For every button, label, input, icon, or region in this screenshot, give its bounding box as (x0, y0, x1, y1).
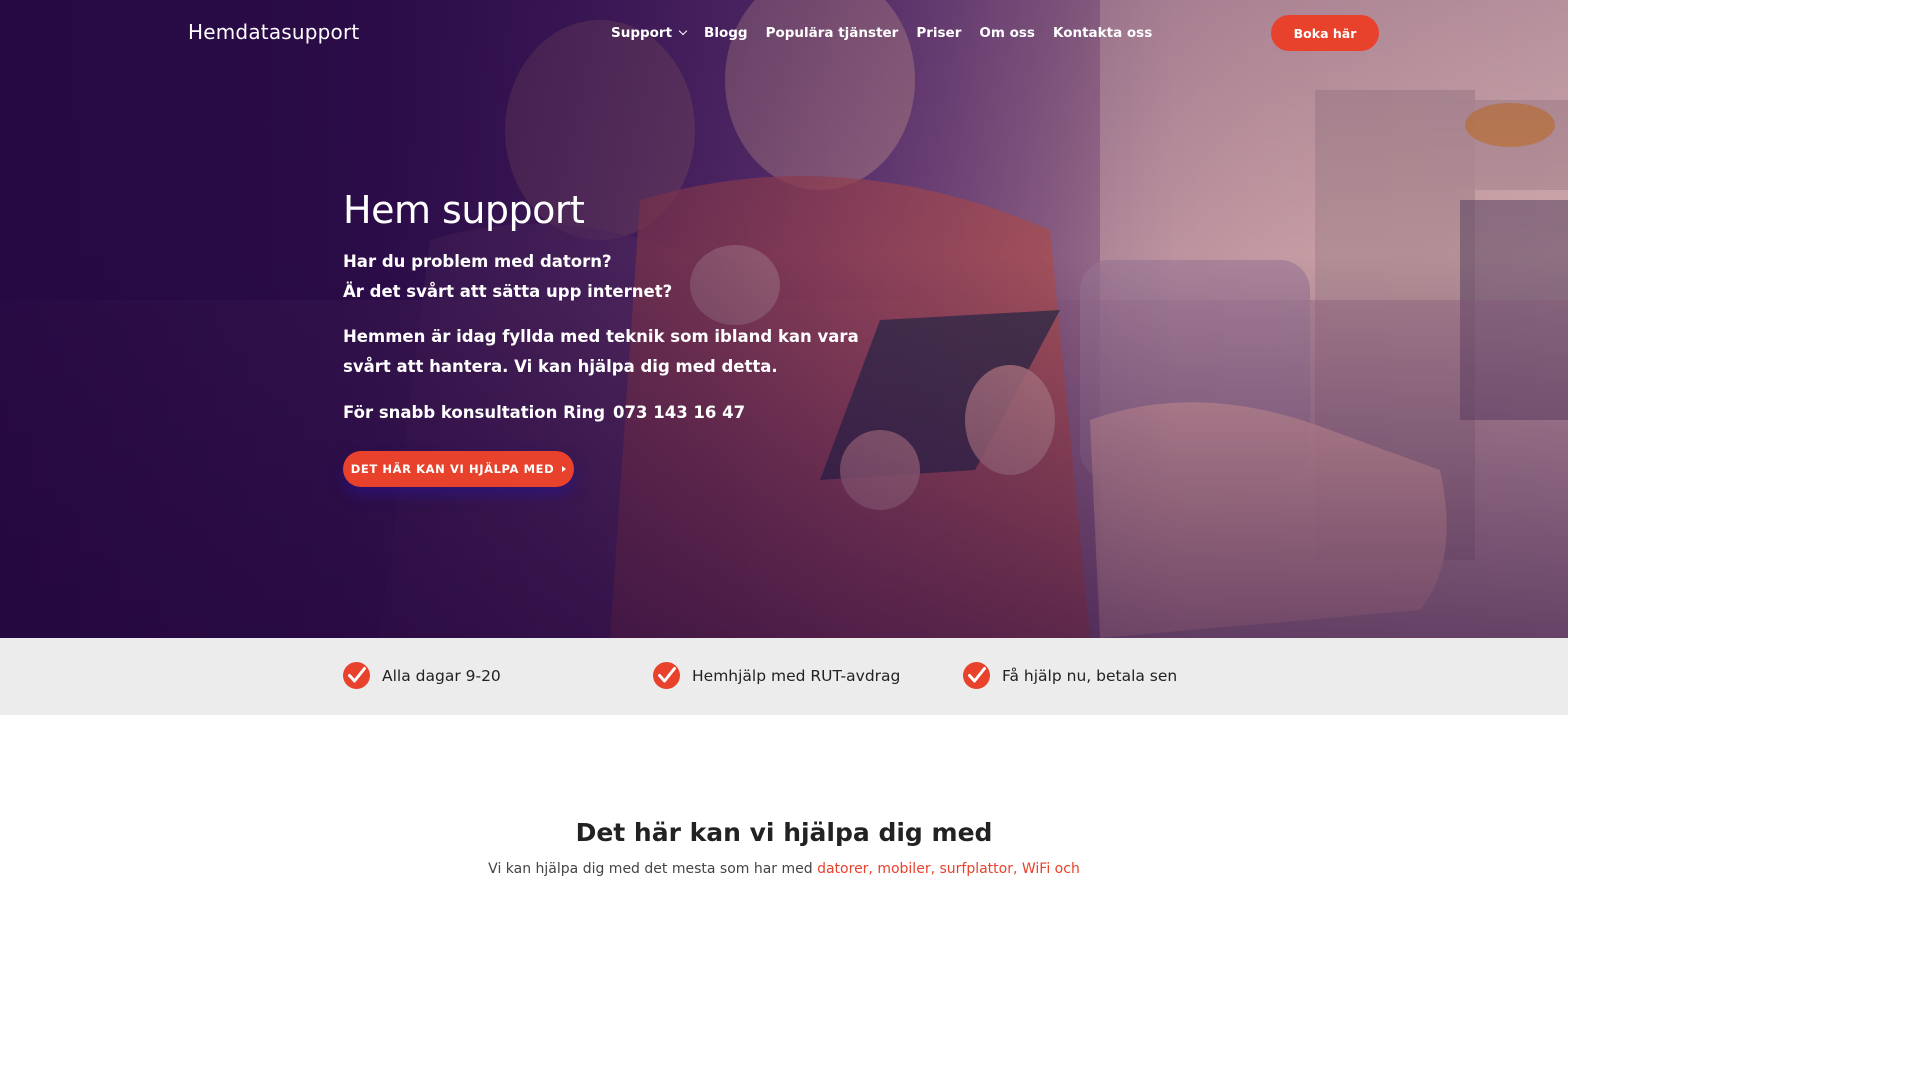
main-nav: Support Blogg Populära tjänster Priser O… (611, 25, 1170, 41)
section-subtitle: Vi kan hjälpa dig med det mesta som har … (0, 861, 1568, 877)
nav-item-kontakta-oss[interactable]: Kontakta oss (1053, 25, 1152, 41)
book-button[interactable]: Boka här (1271, 15, 1379, 51)
feature-item: Hemhjälp med RUT-avdrag (653, 662, 900, 689)
subtitle-highlight-link[interactable]: datorer, mobiler, surfplattor, WiFi och (817, 861, 1080, 877)
cta-button-label: DET HÄR KAN VI HJÄLPA MED (350, 462, 555, 476)
feature-bar: Alla dagar 9-20 Hemhjälp med RUT-avdrag … (0, 638, 1568, 715)
nav-item-label: Om oss (979, 25, 1035, 41)
nav-item-populara-tjanster[interactable]: Populära tjänster (766, 25, 899, 41)
section-title: Det här kan vi hjälpa dig med (575, 818, 993, 847)
hero-paragraph-line-1: Hemmen är idag fyllda med teknik som ibl… (343, 327, 859, 346)
feature-label: Få hjälp nu, betala sen (1002, 666, 1178, 685)
call-label: För snabb konsultation Ring (343, 403, 606, 422)
feature-item: Alla dagar 9-20 (343, 662, 501, 689)
nav-item-support[interactable]: Support (611, 25, 688, 41)
check-circle-icon (963, 662, 990, 689)
site-logo[interactable]: Hemdatasupport (188, 20, 359, 44)
phone-number[interactable]: 073 143 16 47 (613, 403, 745, 422)
subtitle-text: Vi kan hjälpa dig med det mesta som har … (488, 861, 813, 877)
cta-button[interactable]: DET HÄR KAN VI HJÄLPA MED (343, 451, 574, 487)
nav-item-label: Support (611, 25, 673, 41)
nav-item-blogg[interactable]: Blogg (704, 25, 748, 41)
nav-item-label: Blogg (704, 25, 748, 41)
feature-label: Alla dagar 9-20 (382, 666, 501, 685)
nav-item-priser[interactable]: Priser (916, 25, 961, 41)
hero-call-text: För snabb konsultation Ring 073 143 16 47 (343, 403, 745, 422)
check-circle-icon (343, 662, 370, 689)
nav-item-om-oss[interactable]: Om oss (979, 25, 1035, 41)
hero-paragraph-line-2: svårt att hantera. Vi kan hjälpa dig med… (343, 357, 778, 376)
nav-item-label: Kontakta oss (1052, 25, 1153, 41)
chevron-down-icon (678, 26, 688, 36)
hero-question-1: Har du problem med datorn? (343, 252, 612, 271)
check-circle-icon (653, 662, 680, 689)
hero-title: Hem support (343, 188, 585, 232)
feature-item: Få hjälp nu, betala sen (963, 662, 1177, 689)
feature-label: Hemhjälp med RUT-avdrag (692, 666, 901, 685)
nav-item-label: Populära tjänster (765, 25, 899, 41)
hero-section (0, 0, 1568, 638)
nav-item-label: Priser (916, 25, 962, 41)
caret-right-icon (562, 466, 567, 472)
hero-shade-overlay (0, 0, 1568, 638)
hero-question-2: Är det svårt att sätta upp internet? (343, 282, 673, 301)
